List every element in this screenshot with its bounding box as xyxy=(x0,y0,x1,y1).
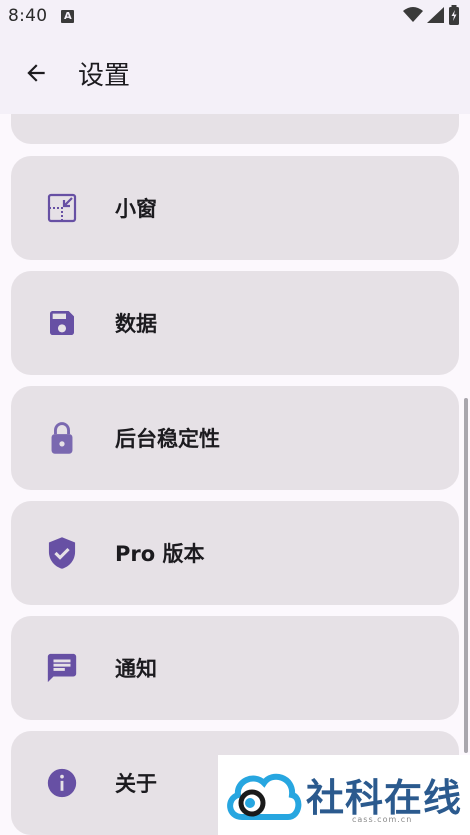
settings-item-data[interactable]: 数据 xyxy=(11,271,459,375)
settings-list[interactable]: 小窗 数据 后台稳定性 Pro 版本 通知 关于 xyxy=(0,114,470,835)
settings-card-partial[interactable] xyxy=(11,114,459,144)
settings-item-notification[interactable]: 通知 xyxy=(11,616,459,720)
settings-item-mini-window[interactable]: 小窗 xyxy=(11,156,459,260)
lock-icon xyxy=(44,420,80,456)
settings-item-label: 通知 xyxy=(115,657,157,681)
app-bar: 设置 xyxy=(0,32,470,114)
info-icon xyxy=(44,765,80,801)
status-icons xyxy=(403,5,460,25)
floppy-disk-icon xyxy=(44,305,80,341)
message-icon xyxy=(44,650,80,686)
settings-item-background-stability[interactable]: 后台稳定性 xyxy=(11,386,459,490)
settings-item-label: 小窗 xyxy=(115,197,157,221)
watermark-domain: cass.com.cn xyxy=(352,815,413,824)
back-button[interactable] xyxy=(16,53,56,93)
settings-item-label: Pro 版本 xyxy=(115,542,205,566)
arrow-back-icon xyxy=(27,64,45,82)
status-bar: 8:40 A xyxy=(0,0,470,32)
settings-item-pro[interactable]: Pro 版本 xyxy=(11,501,459,605)
battery-icon xyxy=(449,5,459,25)
verified-shield-icon xyxy=(44,535,80,571)
settings-item-label: 数据 xyxy=(115,312,157,336)
picture-in-picture-icon xyxy=(44,190,80,226)
status-time: 8:40 xyxy=(8,6,48,26)
settings-item-label: 后台稳定性 xyxy=(115,427,220,451)
wifi-icon xyxy=(403,7,423,22)
page-title: 设置 xyxy=(78,60,131,91)
settings-item-label: 关于 xyxy=(115,772,157,796)
watermark-brand: 社科在线 xyxy=(306,776,463,820)
notification-a-icon: A xyxy=(61,9,75,23)
scrollbar[interactable] xyxy=(464,398,468,753)
cloud-logo-icon xyxy=(227,773,302,820)
signal-icon xyxy=(427,7,444,23)
watermark: 社科在线 cass.com.cn xyxy=(218,755,470,835)
